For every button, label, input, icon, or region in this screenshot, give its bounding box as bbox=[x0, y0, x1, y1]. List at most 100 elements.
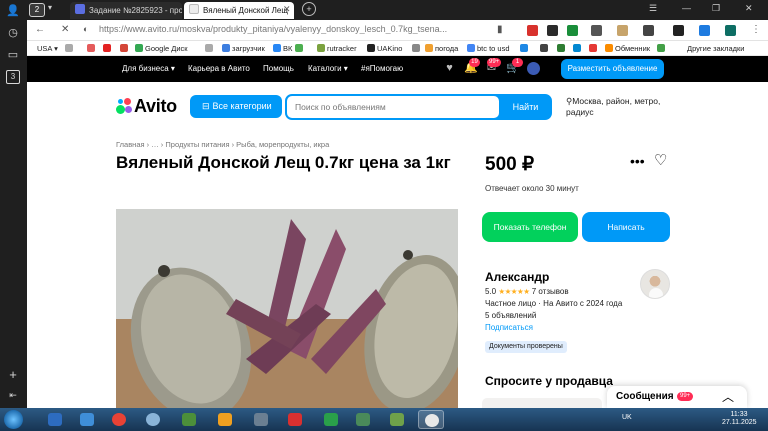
nav-catalogs[interactable]: Каталоги ▾ bbox=[308, 64, 348, 73]
tab-label: Вяленый Донской Лещ bbox=[203, 6, 288, 15]
subscribe-link[interactable]: Подписаться bbox=[485, 323, 533, 332]
nav-business[interactable]: Для бизнеса ▾ bbox=[122, 64, 175, 73]
add-panel-icon[interactable]: + bbox=[6, 368, 20, 382]
messages-popup[interactable]: Сообщения 99+ ︿ bbox=[607, 386, 747, 408]
collections-icon[interactable]: 3 bbox=[6, 70, 20, 84]
bookmark-icon bbox=[657, 44, 665, 52]
extension-icon[interactable] bbox=[547, 25, 558, 36]
favorite-heart-icon[interactable]: ♡ bbox=[654, 151, 667, 169]
taskbar-app-globe[interactable] bbox=[140, 410, 166, 429]
taskbar-app-flag[interactable] bbox=[318, 410, 344, 429]
bookmark-icon-item[interactable] bbox=[540, 43, 550, 54]
seller-ads-count[interactable]: 5 объявлений bbox=[485, 311, 536, 320]
downloads-arrow-icon[interactable] bbox=[699, 25, 710, 36]
bookmark-item[interactable]: UAKino bbox=[367, 43, 402, 54]
bookmark-item[interactable]: Google Диск bbox=[135, 43, 188, 54]
taskbar-app-store[interactable] bbox=[176, 410, 202, 429]
back-icon[interactable]: ← bbox=[35, 24, 45, 35]
extension-icon[interactable] bbox=[725, 25, 736, 36]
seller-avatar[interactable] bbox=[640, 269, 670, 299]
location-selector[interactable]: ⚲Москва, район, метро, радиус bbox=[566, 96, 676, 118]
minimize-icon[interactable]: — bbox=[682, 3, 691, 13]
window-close-icon[interactable]: ✕ bbox=[745, 3, 753, 14]
other-bookmarks[interactable]: Другие закладки bbox=[687, 43, 744, 54]
bookmark-item[interactable]: загрузчик bbox=[222, 43, 265, 54]
show-phone-button[interactable]: Показать телефон bbox=[482, 212, 578, 242]
write-message-button[interactable]: Написать bbox=[582, 212, 670, 242]
bookmark-item[interactable]: btc to usd bbox=[467, 43, 510, 54]
seller-rating[interactable]: 5.0 ★★★★★ 7 отзывов bbox=[485, 287, 569, 296]
post-ad-button[interactable]: Разместить объявление bbox=[561, 59, 664, 79]
taskbar-app-ie[interactable] bbox=[42, 410, 68, 429]
bookmark-icon bbox=[412, 44, 420, 52]
user-avatar[interactable] bbox=[527, 62, 540, 75]
tab-close-icon[interactable]: ✕ bbox=[283, 4, 291, 15]
youtube-bookmark[interactable] bbox=[103, 43, 113, 54]
taskbar-app-yandex-browser[interactable] bbox=[418, 410, 444, 429]
taskbar-app-explorer[interactable] bbox=[74, 410, 100, 429]
tab-avito[interactable]: Вяленый Донской Лещ bbox=[184, 2, 294, 19]
bookmark-icon-item[interactable] bbox=[589, 43, 599, 54]
tab-task[interactable]: Задание №2825923 - про bbox=[70, 2, 182, 19]
taskbar-app-64[interactable] bbox=[282, 410, 308, 429]
system-clock[interactable]: 11:33 27.11.2025 bbox=[722, 411, 757, 427]
taskbar-app-tool[interactable] bbox=[384, 410, 410, 429]
site-info-icon[interactable]: ◐ bbox=[83, 24, 88, 34]
history-icon[interactable]: ◷ bbox=[6, 26, 20, 40]
bookmark-item[interactable]: погода bbox=[425, 43, 458, 54]
taskbar-app-tool[interactable] bbox=[248, 410, 274, 429]
nav-help[interactable]: Помощь bbox=[263, 64, 294, 73]
bookmark-icon[interactable]: ▮ bbox=[497, 24, 503, 35]
nav-careers[interactable]: Карьера в Авито bbox=[188, 64, 250, 73]
bookmark-icon-item[interactable] bbox=[87, 43, 97, 54]
url-field[interactable]: https://www.avito.ru/moskva/produkty_pit… bbox=[99, 24, 469, 34]
sp-favicon-icon bbox=[75, 4, 85, 14]
bookmark-item[interactable]: USA ▾ bbox=[37, 43, 58, 54]
taskbar-app-media[interactable] bbox=[212, 410, 238, 429]
tab-count-button[interactable]: 2 bbox=[29, 3, 45, 17]
bookmark-icon-item[interactable] bbox=[520, 43, 530, 54]
new-tab-icon[interactable]: + bbox=[302, 2, 316, 16]
gmail-bookmark[interactable] bbox=[120, 43, 130, 54]
bookmark-item[interactable]: Обменник bbox=[605, 43, 650, 54]
downloads-icon[interactable]: ▭ bbox=[6, 48, 20, 62]
bookmark-icon-item[interactable] bbox=[412, 43, 422, 54]
extension-icon[interactable] bbox=[591, 25, 602, 36]
ublock-icon[interactable] bbox=[527, 25, 538, 36]
language-indicator[interactable]: UK bbox=[622, 414, 632, 421]
favorites-heart-icon[interactable]: ♥ bbox=[443, 62, 456, 75]
vpn-icon[interactable] bbox=[567, 25, 578, 36]
extension-icon[interactable] bbox=[617, 25, 628, 36]
maximize-icon[interactable]: ❐ bbox=[712, 3, 720, 14]
bookmark-icon-item[interactable] bbox=[557, 43, 567, 54]
chevron-up-icon[interactable]: ︿ bbox=[722, 388, 734, 405]
bookmark-item[interactable]: rutracker bbox=[317, 43, 357, 54]
profile-icon[interactable]: 👤 bbox=[6, 4, 20, 18]
bookmark-icon bbox=[87, 44, 95, 52]
bookmarks-panel-icon[interactable]: ☰ bbox=[649, 3, 657, 14]
start-button[interactable] bbox=[4, 410, 23, 429]
nav-i-help[interactable]: #яПомогаю bbox=[361, 64, 403, 73]
search-input[interactable] bbox=[287, 96, 499, 118]
stop-loading-icon[interactable]: ✕ bbox=[61, 24, 69, 35]
taskbar-app-chrome[interactable] bbox=[106, 410, 132, 429]
ask-seller-field[interactable] bbox=[482, 398, 602, 408]
seller-name[interactable]: Александр bbox=[485, 270, 549, 284]
search-button[interactable]: Найти bbox=[501, 96, 550, 118]
extension-icon[interactable] bbox=[643, 25, 654, 36]
menu-icon[interactable]: ⋮ bbox=[751, 24, 761, 35]
chevron-down-icon[interactable]: ▾ bbox=[48, 3, 52, 12]
extension-icon[interactable] bbox=[673, 25, 684, 36]
product-photo[interactable] bbox=[116, 209, 458, 408]
all-categories-button[interactable]: ⊟ Все категории bbox=[190, 95, 282, 118]
breadcrumb[interactable]: Главная › … › Продукты питания › Рыба, м… bbox=[116, 140, 329, 149]
bookmark-icon-item[interactable] bbox=[65, 43, 75, 54]
taskbar-app-tool[interactable] bbox=[350, 410, 376, 429]
more-options-icon[interactable]: ••• bbox=[630, 153, 645, 169]
bookmark-icon-item[interactable] bbox=[573, 43, 583, 54]
bookmark-item[interactable]: ВК bbox=[273, 43, 292, 54]
sidebar-toggle-icon[interactable]: ⇤ bbox=[6, 388, 20, 402]
bookmark-icon-item[interactable] bbox=[657, 43, 667, 54]
bookmark-icon-item[interactable] bbox=[205, 43, 215, 54]
bookmark-icon-item[interactable] bbox=[295, 43, 305, 54]
